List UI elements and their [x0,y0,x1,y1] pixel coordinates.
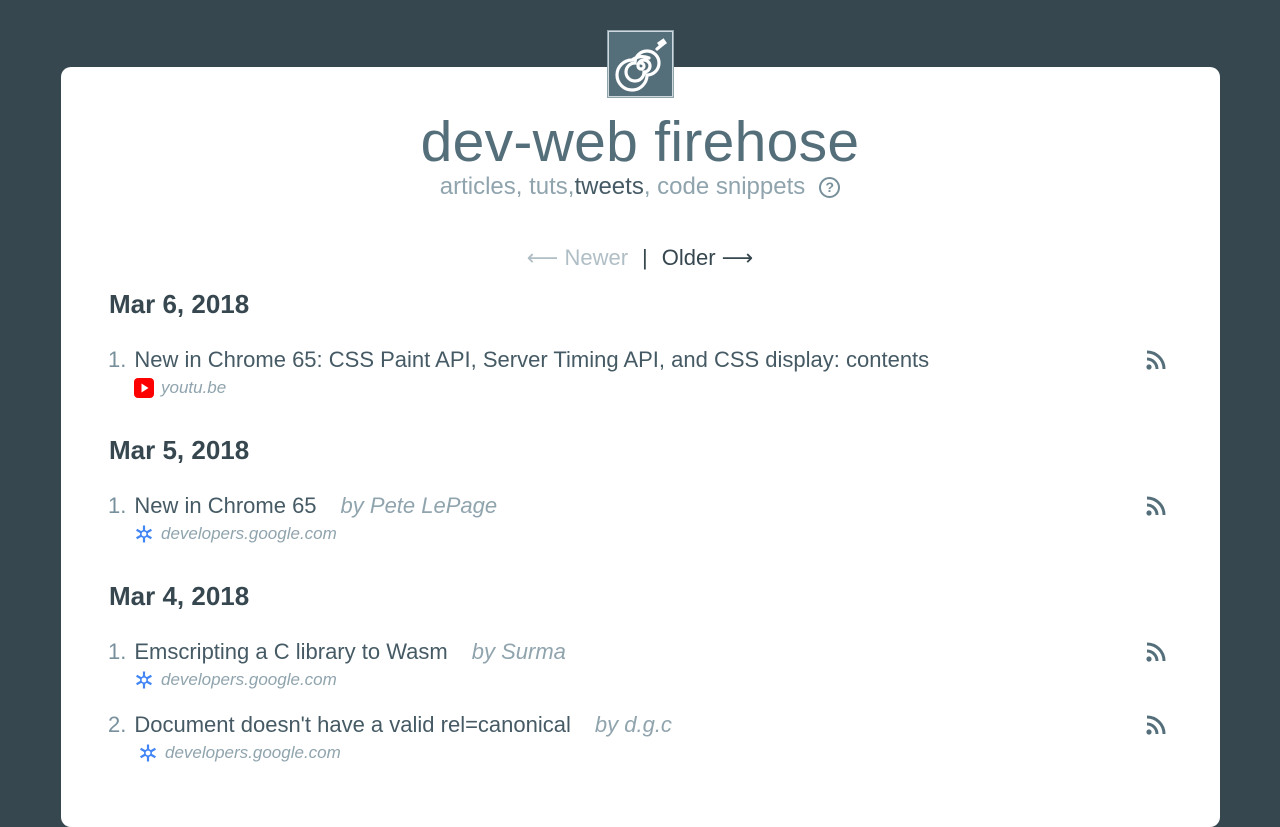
item-title-link[interactable]: New in Chrome 65: CSS Paint API, Server … [134,346,929,374]
older-link[interactable]: Older ⟶ [662,243,753,273]
pager-separator: | [642,245,648,270]
subtitle-text-1: articles, tuts, [439,173,575,200]
item-number: 1. [108,347,127,372]
subtitle-tweets: tweets [574,173,644,200]
item-author: by Surma [471,639,566,664]
item-number: 2. [108,712,127,737]
list-item: 1. Emscripting a C library to Wasm by Su… [108,638,1168,691]
day-heading: Mar 5, 2018 [109,435,250,465]
list-item: 1. New in Chrome 65: CSS Paint API, Serv… [108,346,1168,399]
rss-feed-icon[interactable] [1144,713,1168,737]
rss-feed-icon[interactable] [1144,494,1168,518]
item-source-link[interactable]: youtu.be [161,377,226,399]
item-title-link[interactable]: New in Chrome 65 [134,492,316,520]
google-developers-icon [138,743,158,763]
rss-feed-icon[interactable] [1144,348,1168,372]
item-title-link[interactable]: Emscripting a C library to Wasm [134,638,447,666]
list-item: 2. Document doesn't have a valid rel=can… [108,711,1168,764]
subtitle-text-2: , code snippets [643,173,806,200]
item-number: 1. [108,639,127,664]
help-icon[interactable]: ? [819,176,841,198]
youtube-icon [134,378,154,398]
firehose-logo[interactable] [607,30,674,98]
item-author: by d.g.c [594,712,672,737]
newer-link[interactable]: ⟵ Newer [527,243,628,273]
day-heading: Mar 4, 2018 [109,581,250,611]
item-source-link[interactable]: developers.google.com [161,669,337,691]
list-item: 1. New in Chrome 65 by Pete LePage devel… [108,492,1168,545]
item-title-link[interactable]: Document doesn't have a valid rel=canoni… [134,711,571,739]
pagination: ⟵ Newer | Older ⟶ [0,243,1280,273]
hose-spiral-icon [614,38,667,92]
page-title: dev-web firehose [420,110,860,174]
item-source-link[interactable]: developers.google.com [161,523,337,545]
rss-feed-icon[interactable] [1144,640,1168,664]
item-author: by Pete LePage [340,493,498,518]
item-source-link[interactable]: developers.google.com [165,742,341,764]
day-heading: Mar 6, 2018 [109,289,250,319]
google-developers-icon [134,524,154,544]
item-number: 1. [108,493,127,518]
google-developers-icon [134,670,154,690]
page-subtitle: articles, tuts, tweets , code snippets ? [0,172,1280,202]
